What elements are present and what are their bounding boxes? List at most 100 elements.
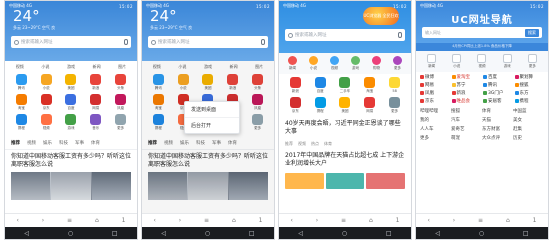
nav-link[interactable]: 哔哩哔哩 [420, 108, 451, 114]
home-nav-icon[interactable]: ○ [68, 230, 73, 237]
search-bar[interactable]: 输入网址 搜索 [422, 27, 542, 38]
nav-link[interactable]: 美女 [513, 117, 544, 123]
nav-link[interactable]: 萌宠 [451, 135, 482, 141]
back-icon[interactable]: ‹ [153, 217, 155, 224]
site-link[interactable]: 爱淘宝 [451, 74, 482, 80]
app-shortcut[interactable]: 淘宝 [9, 94, 34, 111]
recents-nav-icon[interactable]: □ [523, 230, 529, 237]
feed-tab[interactable]: 推荐 [11, 140, 20, 146]
search-bar[interactable]: 搜索或输入网址 [285, 29, 405, 41]
site-link[interactable]: 聚划算 [514, 74, 545, 80]
site-link[interactable]: 东方 [514, 90, 545, 96]
recents-nav-icon[interactable]: □ [112, 230, 118, 237]
news-ticker[interactable]: 4月份CPI同比上涨1.8% 食品价格下降 [416, 43, 548, 51]
menu-icon[interactable]: ≡ [67, 217, 72, 224]
app-shortcut[interactable]: 头条 [108, 74, 133, 91]
channel-item[interactable]: 购物 [366, 56, 387, 71]
channel-item[interactable]: 新闻 [282, 56, 303, 71]
home-icon[interactable]: ⌂ [369, 217, 373, 224]
app-shortcut[interactable]: 网易 [83, 94, 108, 111]
app-shortcut[interactable]: 淘宝 [357, 77, 382, 94]
site-link[interactable]: 微博 [420, 74, 450, 80]
quick-nav-item[interactable]: 新闻 [93, 64, 101, 70]
home-nav-icon[interactable]: ○ [205, 230, 210, 237]
site-link[interactable]: 携程 [514, 98, 545, 104]
nav-link[interactable]: 中国蓝 [513, 108, 544, 114]
site-link[interactable]: 腾讯 [483, 82, 513, 88]
nav-link[interactable]: 更多 [420, 135, 451, 141]
forward-icon[interactable]: › [42, 217, 44, 224]
category-item[interactable]: 视频 [469, 54, 494, 69]
nav-link[interactable]: 汽车 [451, 117, 482, 123]
quick-nav-item[interactable]: 游戏 [67, 64, 75, 70]
back-nav-icon[interactable]: ◁ [24, 230, 29, 237]
app-shortcut[interactable]: 百度 [59, 94, 84, 111]
app-shortcut[interactable]: 游戏 [59, 114, 84, 131]
back-icon[interactable]: ‹ [427, 217, 429, 224]
category-item[interactable]: 新闻 [419, 54, 444, 69]
app-shortcut[interactable]: 网易 [357, 97, 382, 114]
menu-send-to-desktop[interactable]: 发送到桌面 [185, 102, 239, 118]
nav-link[interactable]: 人人车 [420, 126, 451, 132]
site-link[interactable]: 唯品会 [451, 98, 482, 104]
forward-icon[interactable]: › [316, 217, 318, 224]
quick-nav-item[interactable]: 图片 [118, 64, 126, 70]
site-link[interactable]: 搜狐 [514, 82, 545, 88]
mic-icon[interactable] [124, 39, 128, 45]
category-item[interactable]: 小说 [444, 54, 469, 69]
quick-nav-item[interactable]: 视频 [16, 64, 24, 70]
nav-link[interactable]: 我的 [420, 117, 451, 123]
app-shortcut[interactable]: 新浪 [83, 74, 108, 91]
app-shortcut[interactable]: 二手车 [333, 77, 358, 94]
app-shortcut[interactable]: 美团 [59, 74, 84, 91]
nav-link[interactable]: 搜狐 [451, 108, 482, 114]
feed-tab[interactable]: 视频 [27, 140, 36, 146]
menu-icon[interactable]: ≡ [341, 217, 346, 224]
feed-headline[interactable]: 你知道中国移动客服工资有多少吗？听听这位离职客服怎么说 [5, 150, 137, 171]
app-shortcut[interactable]: 携程 [9, 114, 34, 131]
app-shortcut[interactable]: 小说 [34, 74, 59, 91]
back-nav-icon[interactable]: ◁ [161, 230, 166, 237]
recents-nav-icon[interactable]: □ [386, 230, 392, 237]
recents-nav-icon[interactable]: □ [249, 230, 255, 237]
site-link[interactable]: 凤凰 [420, 90, 450, 96]
app-shortcut[interactable]: 携程 [308, 97, 333, 114]
back-icon[interactable]: ‹ [16, 217, 18, 224]
nav-link[interactable]: 东方财富 [482, 126, 513, 132]
site-link[interactable]: 安居客 [483, 98, 513, 104]
search-bar[interactable]: 搜索或输入网址 [148, 36, 268, 48]
app-shortcut[interactable]: 视频 [34, 114, 59, 131]
site-link[interactable]: 新浪 [451, 90, 482, 96]
app-shortcut[interactable]: 更多 [108, 114, 133, 131]
site-link[interactable]: 百度 [483, 74, 513, 80]
app-shortcut[interactable]: 美团 [333, 97, 358, 114]
mic-icon[interactable] [398, 32, 402, 38]
app-shortcut[interactable]: 更多 [382, 97, 407, 114]
feed-photo[interactable] [11, 172, 131, 200]
home-icon[interactable]: ⌂ [95, 217, 99, 224]
quick-nav-item[interactable]: 小说 [41, 64, 49, 70]
promo-badge[interactable]: UC浏览器 全民狂欢 [363, 7, 399, 25]
tabs-icon[interactable]: 1 [396, 217, 400, 224]
back-nav-icon[interactable]: ◁ [298, 230, 303, 237]
app-shortcut[interactable]: 京东 [283, 97, 308, 114]
feed-headline[interactable]: 40岁天再度会晤，习近平同金正恩谈了哪些大事 [279, 117, 411, 139]
site-link[interactable]: 3G门户 [483, 90, 513, 96]
feed-tab[interactable]: 体育 [91, 140, 100, 146]
menu-icon[interactable]: ≡ [204, 217, 209, 224]
forward-icon[interactable]: › [453, 217, 455, 224]
app-shortcut[interactable]: 新浪 [283, 77, 308, 94]
forward-icon[interactable]: › [179, 217, 181, 224]
nav-link[interactable]: 爱奇艺 [451, 126, 482, 132]
back-nav-icon[interactable]: ◁ [435, 230, 440, 237]
category-item[interactable]: 游戏 [495, 54, 520, 69]
tabs-icon[interactable]: 1 [533, 217, 537, 224]
tabs-icon[interactable]: 1 [259, 217, 263, 224]
feed-tab[interactable]: 视频 [298, 141, 306, 147]
feed-thumbs[interactable] [279, 171, 411, 191]
app-shortcut[interactable]: 58 [382, 77, 407, 94]
feed-tab[interactable]: 热点 [311, 141, 319, 147]
feed-headline-2[interactable]: 2017年中国品牌在天猫占比超七成 上下游企业利润增长大户 [279, 149, 411, 171]
feed-tab[interactable]: 体育 [324, 141, 332, 147]
app-shortcut[interactable]: 京东 [34, 94, 59, 111]
